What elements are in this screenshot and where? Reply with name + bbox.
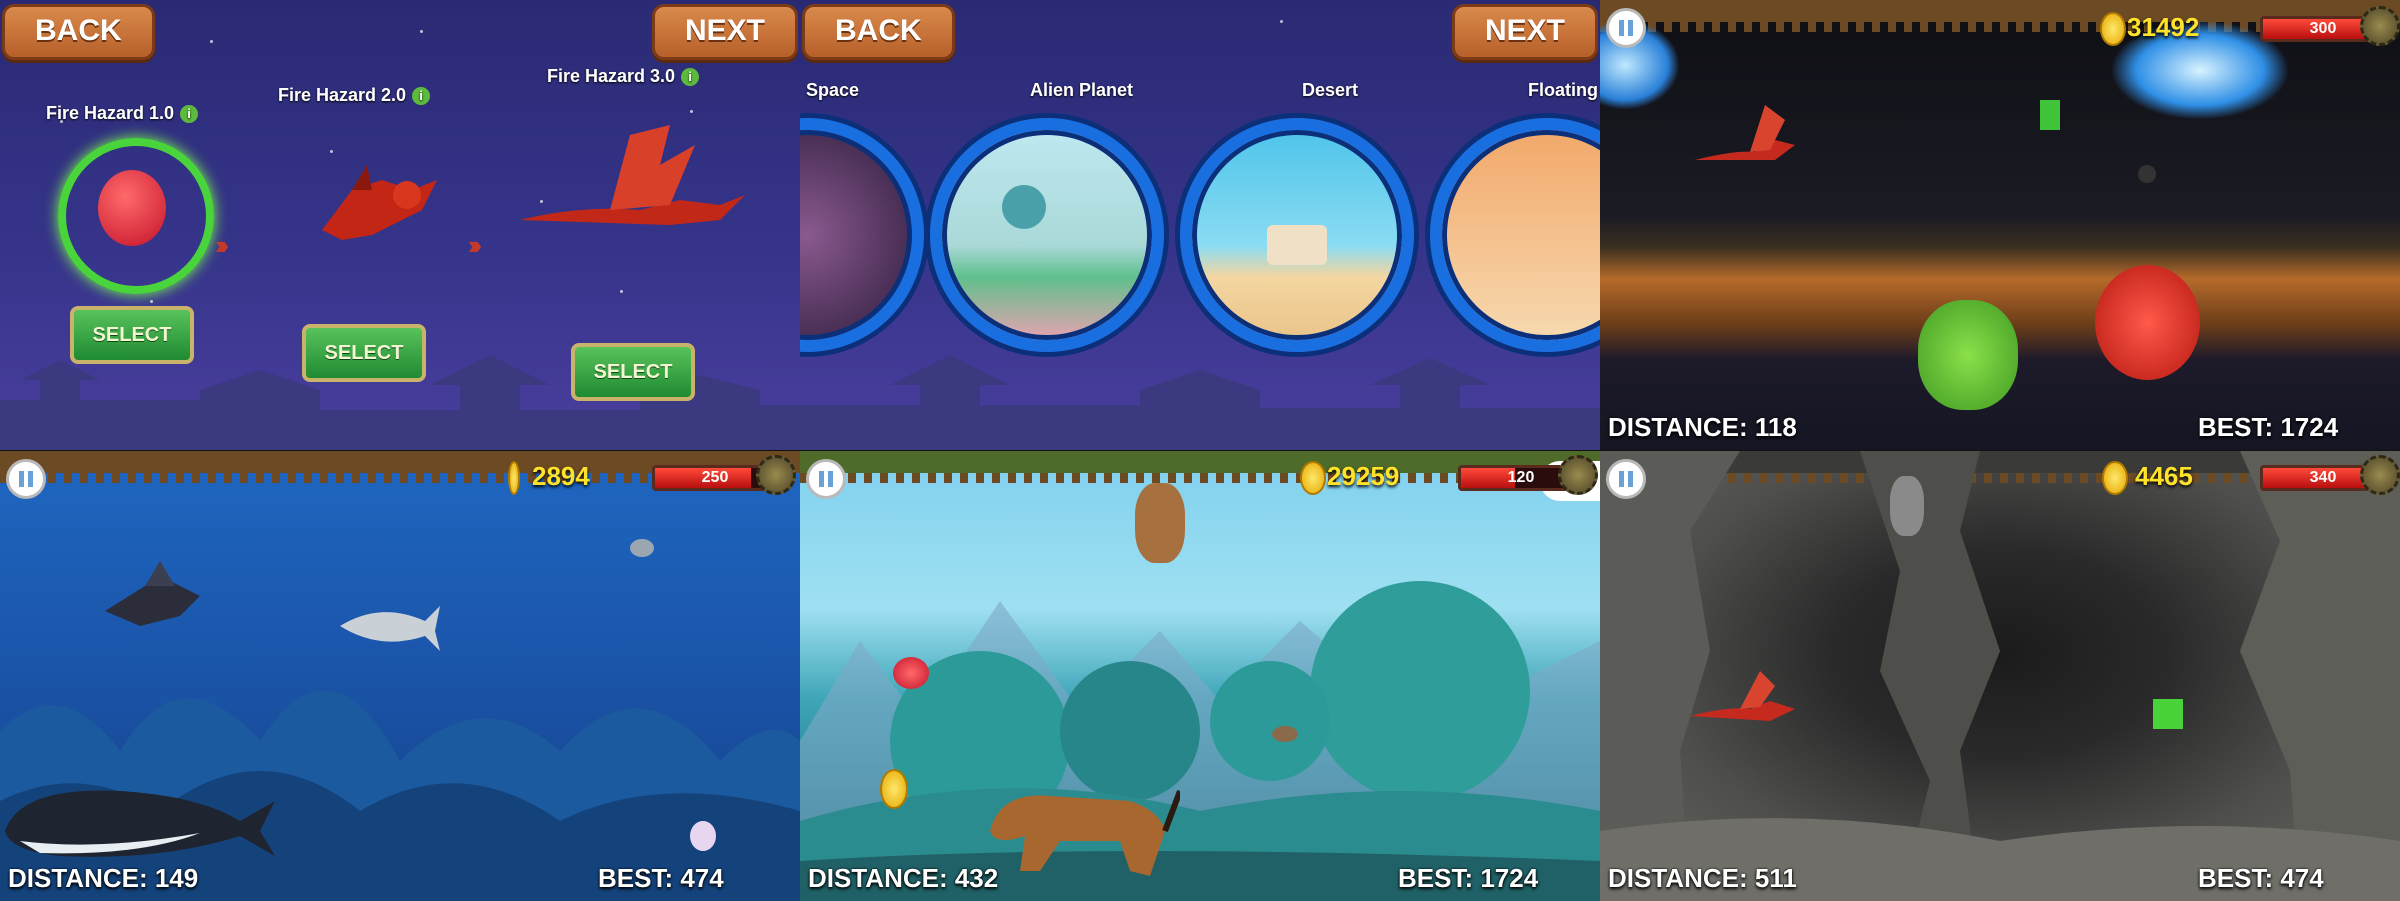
coin-count: 4465: [2135, 461, 2193, 491]
coin-icon: [1300, 461, 1326, 495]
next-button[interactable]: NEXT: [651, 4, 798, 60]
settings-gear-icon[interactable]: [756, 455, 796, 495]
player-dragon: [1695, 105, 1795, 160]
world-select-screen: BACK NEXT Space Alien Planet Desert Floa…: [800, 0, 1600, 450]
planet-icon: [1002, 185, 1046, 229]
small-bird: [1272, 726, 1298, 742]
back-button[interactable]: BACK: [802, 4, 955, 60]
distance-label: DISTANCE: 118: [1608, 412, 1797, 442]
small-fish: [630, 539, 654, 557]
coin-icon: [508, 461, 520, 495]
select-button-2[interactable]: SELECT: [302, 324, 426, 382]
world-name-desert: Desert: [1302, 80, 1359, 100]
pause-button[interactable]: [806, 459, 846, 499]
pause-button[interactable]: [1606, 8, 1646, 48]
back-button[interactable]: BACK: [2, 4, 155, 60]
gameplay-ocean: 2894 250 DISTANCE: 149 BEST: 474: [0, 451, 800, 901]
character-name-label: Fire Hazard 1.0: [46, 103, 175, 123]
shark: [340, 606, 440, 651]
select-button-1[interactable]: SELECT: [70, 306, 194, 364]
settings-gear-icon[interactable]: [1558, 455, 1598, 495]
info-icon[interactable]: i: [681, 68, 700, 87]
best-label: BEST: 1724: [1398, 863, 1539, 893]
fire-hazard-3-dragon: [520, 125, 745, 225]
coin-count: 29259: [1327, 461, 1400, 491]
best-label: BEST: 1724: [2198, 412, 2339, 442]
hanging-monkey: [1135, 483, 1185, 563]
distance-label: DISTANCE: 511: [1608, 863, 1797, 893]
distance-label: DISTANCE: 149: [8, 863, 199, 893]
hanging-bat: [1890, 476, 1924, 536]
next-button[interactable]: NEXT: [1451, 4, 1598, 60]
pause-button[interactable]: [6, 459, 46, 499]
world-name-space: Space: [806, 80, 860, 100]
gameplay-jungle: 29259 120 DISTANCE: 432 BEST: 1724: [800, 451, 1600, 901]
black-dragon: [105, 561, 200, 626]
info-icon[interactable]: i: [180, 105, 199, 124]
coin-count: 31492: [2127, 12, 2200, 42]
coin-icon: [2100, 12, 2126, 46]
distance-label: DISTANCE: 432: [808, 863, 999, 893]
character-name-label: Fire Hazard 2.0: [278, 85, 407, 105]
character-name-label: Fire Hazard 3.0: [547, 66, 676, 86]
world-name-floating: Floating: [1528, 80, 1598, 100]
screenshot-grid: BACK NEXT Fire Hazard 1.0 i Fire Hazard 2…: [0, 0, 2400, 901]
info-icon[interactable]: i: [412, 87, 431, 106]
coin-icon: [2102, 461, 2128, 495]
upgrade-arrows: ›››: [468, 230, 482, 260]
world-portal-desert[interactable]: [1180, 118, 1414, 352]
character-select-screen: BACK NEXT Fire Hazard 1.0 i Fire Hazard 2…: [0, 0, 800, 450]
fire-hazard-1-dragon: [98, 170, 166, 246]
character-name-2: Fire Hazard 2.0 i: [278, 85, 431, 106]
best-label: BEST: 474: [2198, 863, 2324, 893]
coin-pickup: [880, 769, 908, 809]
whale: [5, 790, 275, 857]
temple-silhouette: [800, 355, 1600, 450]
jellyfish: [690, 821, 716, 851]
fire-hazard-2-dragon: [322, 165, 437, 240]
select-button-3[interactable]: SELECT: [571, 343, 695, 401]
player-dragon: [1690, 671, 1795, 721]
upgrade-arrows: ›››: [215, 230, 229, 260]
settings-gear-icon[interactable]: [2360, 6, 2400, 46]
health-pickup: [2040, 100, 2060, 130]
health-pickup: [2153, 699, 2183, 729]
pause-button[interactable]: [1606, 459, 1646, 499]
green-alien: [1918, 300, 2018, 410]
world-name-alien-planet: Alien Planet: [1030, 80, 1134, 100]
jungle-hills: [800, 581, 1600, 901]
character-name-3: Fire Hazard 3.0 i: [547, 66, 700, 87]
settings-gear-icon[interactable]: [2360, 455, 2400, 495]
player-dragon: [893, 657, 929, 689]
world-portal-alien-planet[interactable]: [930, 118, 1164, 352]
red-alien: [2095, 265, 2200, 380]
gameplay-cave: 4465 340 DISTANCE: 511 BEST: 474: [1600, 451, 2400, 901]
desert-house-icon: [1267, 225, 1327, 265]
gameplay-space: 31492 300 DISTANCE: 118 BEST: 1724: [1600, 0, 2400, 450]
space-mine: [2138, 165, 2156, 183]
character-name-1: Fire Hazard 1.0 i: [46, 103, 199, 124]
lion: [990, 789, 1180, 876]
coin-count: 2894: [532, 461, 590, 491]
best-label: BEST: 474: [598, 863, 724, 893]
